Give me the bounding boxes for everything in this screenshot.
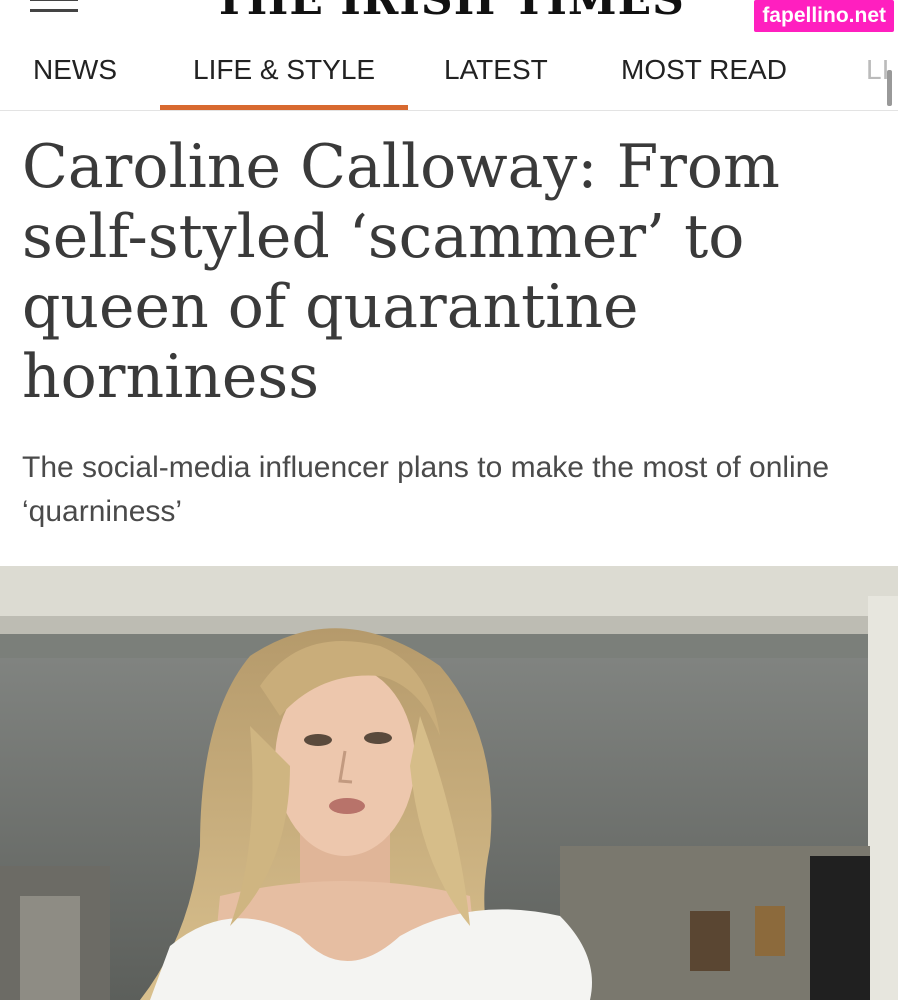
article-headline: Caroline Calloway: From self-styled ‘sca…: [22, 132, 780, 412]
watermark-badge: fapellino.net: [754, 0, 894, 32]
nav-item-news[interactable]: NEWS: [33, 38, 117, 110]
section-nav: NEWS LIFE & STYLE LATEST MOST READ LI: [0, 38, 898, 111]
nav-item-latest[interactable]: LATEST: [444, 38, 548, 110]
article-photo[interactable]: [0, 566, 898, 1000]
nav-item-live[interactable]: LI: [866, 38, 889, 110]
nav-item-life-style[interactable]: LIFE & STYLE: [159, 38, 409, 110]
top-bar: THE IRISH TIMES fapellino.net: [0, 0, 898, 38]
photo-illustration: [0, 566, 898, 1000]
scroll-indicator: [887, 70, 892, 106]
nav-item-most-read[interactable]: MOST READ: [621, 38, 787, 110]
article-standfirst: The social-media influencer plans to mak…: [22, 451, 830, 528]
